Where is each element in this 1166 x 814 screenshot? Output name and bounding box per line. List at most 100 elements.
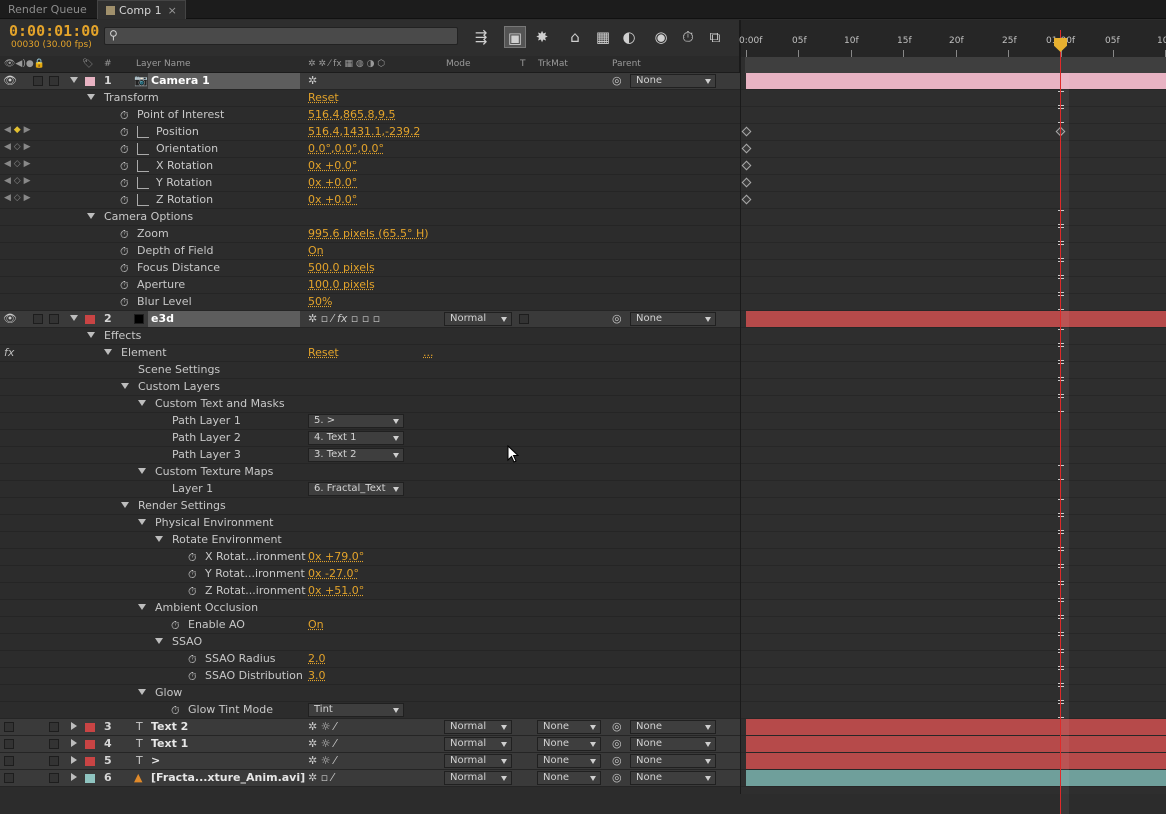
stopwatch-icon[interactable]: ⏱ — [120, 245, 129, 259]
layer-name[interactable]: Text 2 — [148, 719, 300, 735]
expand-triangle-icon[interactable] — [121, 383, 129, 389]
prop-render-settings[interactable]: Render Settings — [0, 498, 740, 515]
prop-position[interactable]: ◀ ◆ ▶ ⏱ Position 516.4,1431.1,-239.2 — [0, 124, 740, 141]
graph-icon[interactable] — [137, 160, 149, 172]
prop-y-rotate-env[interactable]: ⏱ Y Rotat...ironment 0x -27.0° — [0, 566, 740, 583]
prop-value[interactable]: 2.0 — [308, 652, 326, 665]
parent-dropdown[interactable]: None — [630, 771, 716, 785]
stopwatch-icon[interactable]: ⏱ — [120, 126, 129, 140]
expand-triangle-icon[interactable] — [87, 94, 95, 100]
layer-switches-icon[interactable]: ✲ ▫ ⁄ — [308, 771, 334, 784]
prop-custom-texture-maps[interactable]: Custom Texture Maps — [0, 464, 740, 481]
expand-triangle-icon[interactable] — [121, 502, 129, 508]
layer-switches-icon[interactable]: ✲ ☼ ⁄ — [308, 720, 336, 733]
prop-camera-options[interactable]: Camera Options — [0, 209, 740, 226]
comp-mini-flowchart-icon[interactable]: ⇶ — [470, 26, 492, 48]
trkmat-dropdown[interactable]: None — [537, 754, 601, 768]
work-area-bar[interactable] — [745, 57, 1166, 73]
prop-value[interactable]: 0x +0.0° — [308, 193, 357, 206]
eye-icon[interactable]: 👁 — [3, 312, 17, 325]
motion-blur-icon[interactable]: ▦ — [592, 26, 614, 48]
prop-value[interactable]: 0x +79.0° — [308, 550, 364, 563]
prop-path-layer-3[interactable]: Path Layer 3 3. Text 2 — [0, 447, 740, 464]
mode-dropdown[interactable]: Normal — [444, 312, 512, 326]
preserve-transparency-toggle[interactable] — [519, 314, 529, 324]
pickwhip-icon[interactable]: ◎ — [612, 771, 622, 784]
prop-path-layer-2[interactable]: Path Layer 2 4. Text 1 — [0, 430, 740, 447]
prop-zoom[interactable]: ⏱ Zoom 995.6 pixels (65.5° H) — [0, 226, 740, 243]
label-icon[interactable]: 🏷 — [82, 59, 93, 69]
layer-bar-text-2[interactable] — [746, 719, 1166, 735]
column-trkmat[interactable]: TrkMat — [538, 59, 568, 69]
stopwatch-icon[interactable]: ⏱ — [120, 109, 129, 123]
mode-dropdown[interactable]: Normal — [444, 771, 512, 785]
trkmat-dropdown[interactable]: None — [537, 720, 601, 734]
expand-triangle-icon[interactable] — [138, 400, 146, 406]
keyframe-navigator-icon[interactable]: ◀ ◇ ▶ — [4, 142, 31, 152]
prop-point-of-interest[interactable]: ⏱ Point of Interest 516.4,865.8,9.5 — [0, 107, 740, 124]
parent-dropdown[interactable]: None — [630, 312, 716, 326]
keyframe-icon[interactable] — [742, 195, 752, 205]
keyframe-navigator-icon[interactable]: ◀ ◇ ▶ — [4, 159, 31, 169]
keyframe-icon[interactable] — [742, 161, 752, 171]
stopwatch-icon[interactable]: ⏱ — [677, 26, 699, 48]
layer-name[interactable]: Camera 1 — [148, 73, 300, 89]
prop-value[interactable]: 0x +0.0° — [308, 159, 357, 172]
prop-physical-environment[interactable]: Physical Environment — [0, 515, 740, 532]
prop-transform[interactable]: Transform Reset — [0, 90, 740, 107]
prop-x-rotation[interactable]: ◀ ◇ ▶ ⏱ X Rotation 0x +0.0° — [0, 158, 740, 175]
stopwatch-icon[interactable]: ⏱ — [188, 568, 197, 582]
frame-blending-icon[interactable]: ⌂ — [564, 26, 586, 48]
layer-row-arrow[interactable]: 5 T > ✲ ☼ ⁄ Normal None ◎ None — [0, 753, 740, 770]
prop-blur-level[interactable]: ⏱ Blur Level 50% — [0, 294, 740, 311]
graph-icon[interactable] — [137, 143, 149, 155]
stopwatch-icon[interactable]: ⏱ — [120, 160, 129, 174]
expand-triangle-icon[interactable] — [138, 689, 146, 695]
prop-x-rotate-env[interactable]: ⏱ X Rotat...ironment 0x +79.0° — [0, 549, 740, 566]
effect-options-link[interactable]: ... — [423, 346, 434, 359]
prop-texture-layer-1[interactable]: Layer 1 6. Fractal_Text — [0, 481, 740, 498]
column-layer-name[interactable]: Layer Name — [136, 59, 191, 69]
label-color-swatch[interactable] — [85, 315, 95, 324]
prop-ssao-radius[interactable]: ⏱ SSAO Radius 2.0 — [0, 651, 740, 668]
expand-triangle-icon[interactable] — [104, 349, 112, 355]
layer-name[interactable]: Text 1 — [148, 736, 300, 752]
prop-value[interactable]: 0x +0.0° — [308, 176, 357, 189]
auto-keyframe-icon[interactable]: ◉ — [650, 26, 672, 48]
expand-triangle-icon[interactable] — [138, 468, 146, 474]
visibility-toggle[interactable] — [4, 739, 14, 749]
keyframe-icon[interactable] — [742, 144, 752, 154]
prop-enable-ao[interactable]: ⏱ Enable AO On — [0, 617, 740, 634]
prop-value[interactable]: 516.4,865.8,9.5 — [308, 108, 395, 121]
layer-bar-camera-1[interactable] — [746, 73, 1166, 89]
visibility-toggle[interactable] — [4, 722, 14, 732]
trkmat-dropdown[interactable]: None — [537, 771, 601, 785]
prop-value[interactable]: On — [308, 618, 324, 631]
stopwatch-icon[interactable]: ⏱ — [120, 296, 129, 310]
prop-effects[interactable]: Effects — [0, 328, 740, 345]
label-color-swatch[interactable] — [85, 723, 95, 732]
layer-row-camera-1[interactable]: 👁 1 📷 Camera 1 ✲ ◎ None — [0, 73, 740, 90]
prop-glow-tint-mode[interactable]: ⏱ Glow Tint Mode Tint — [0, 702, 740, 719]
brainstorm-icon[interactable]: ◐ — [618, 26, 640, 48]
prop-value[interactable]: 516.4,1431.1,-239.2 — [308, 125, 420, 138]
visibility-toggle[interactable] — [4, 756, 14, 766]
keyframe-navigator-icon[interactable]: ◀ ◇ ▶ — [4, 193, 31, 203]
prop-z-rotation[interactable]: ◀ ◇ ▶ ⏱ Z Rotation 0x +0.0° — [0, 192, 740, 209]
layer-row-text-2[interactable]: 3 T Text 2 ✲ ☼ ⁄ Normal None ◎ None — [0, 719, 740, 736]
mode-dropdown[interactable]: Normal — [444, 737, 512, 751]
lock-toggle[interactable] — [49, 722, 59, 732]
layer-name[interactable]: > — [148, 753, 300, 769]
prop-value[interactable]: On — [308, 244, 324, 257]
stopwatch-icon[interactable]: ⏱ — [120, 177, 129, 191]
fx-toggle-icon[interactable]: fx — [4, 346, 14, 359]
prop-orientation[interactable]: ◀ ◇ ▶ ⏱ Orientation 0.0°,0.0°,0.0° — [0, 141, 740, 158]
lock-toggle[interactable] — [49, 76, 59, 86]
stopwatch-icon[interactable]: ⏱ — [188, 653, 197, 667]
label-color-swatch[interactable] — [85, 740, 95, 749]
expand-triangle-icon[interactable] — [138, 519, 146, 525]
layer-bar-e3d[interactable] — [746, 311, 1166, 327]
close-icon[interactable]: × — [168, 4, 177, 17]
mode-dropdown[interactable]: Normal — [444, 754, 512, 768]
stopwatch-icon[interactable]: ⏱ — [120, 279, 129, 293]
